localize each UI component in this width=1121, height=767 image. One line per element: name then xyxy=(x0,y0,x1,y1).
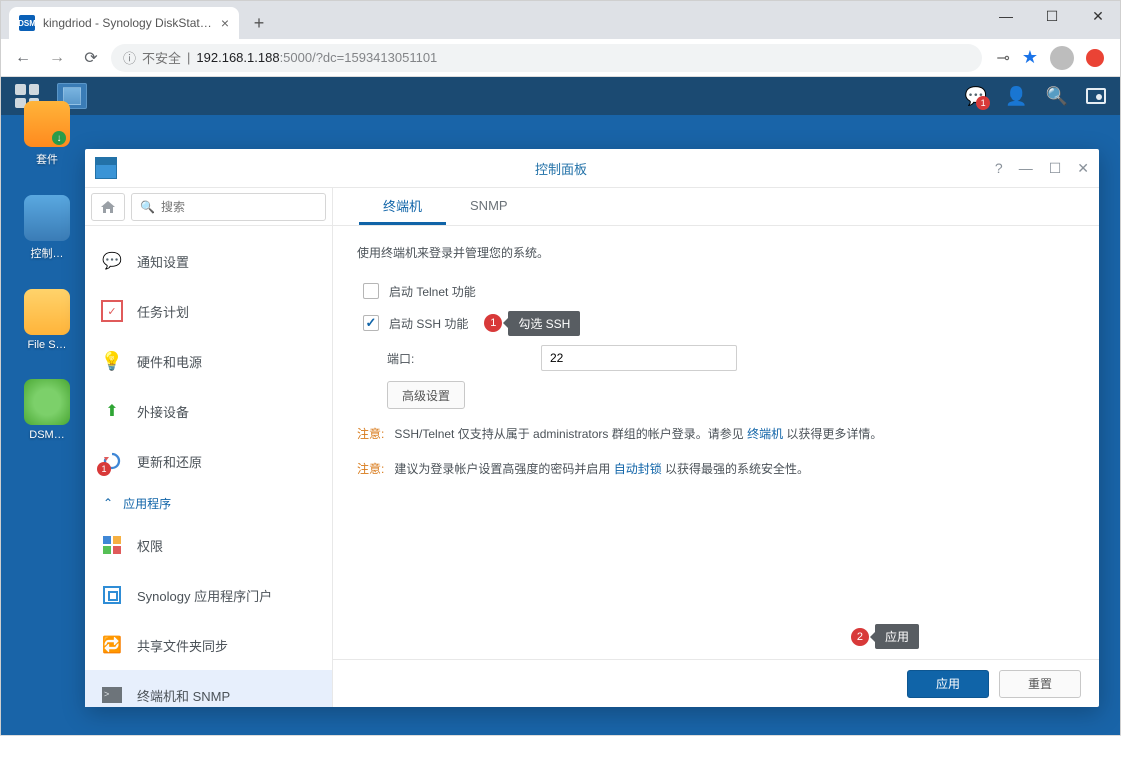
window-maximize-button[interactable]: ☐ xyxy=(1029,0,1075,32)
tab-title: kingdriod - Synology DiskStat… xyxy=(43,16,212,30)
window-minimize-button[interactable]: — xyxy=(983,0,1029,32)
callout-number-2: 2 xyxy=(851,628,869,646)
sidebar-item-task-scheduler[interactable]: 任务计划 xyxy=(85,286,332,336)
sidebar-item-hardware[interactable]: 💡硬件和电源 xyxy=(85,336,332,386)
ssh-checkbox[interactable] xyxy=(363,315,379,331)
tab-close-icon[interactable]: × xyxy=(221,15,229,31)
home-icon xyxy=(100,200,116,214)
url-path: :5000/?dc=1593413051101 xyxy=(280,50,438,65)
close-button[interactable]: ✕ xyxy=(1077,160,1089,177)
calendar-check-icon xyxy=(101,300,123,322)
sidebar-item-notification[interactable]: 💬通知设置 xyxy=(85,236,332,286)
browser-tab[interactable]: DSM kingdriod - Synology DiskStat… × xyxy=(9,7,239,39)
sidebar-item-external-devices[interactable]: ⬆外接设备 xyxy=(85,386,332,436)
tab-terminal[interactable]: 终端机 xyxy=(359,188,446,225)
desktop-icon-packages[interactable]: 套件 xyxy=(19,101,75,167)
sync-icon: 🔁 xyxy=(101,634,123,656)
window-close-button[interactable]: ✕ xyxy=(1075,0,1121,32)
desktop-icon-dsm-help[interactable]: DSM… xyxy=(19,379,75,441)
grid-icon xyxy=(101,534,123,556)
arrow-up-icon: ⬆ xyxy=(101,400,123,422)
url-host: 192.168.1.188 xyxy=(196,50,279,65)
insecure-label: 不安全 xyxy=(142,48,181,67)
sidebar-item-terminal-snmp[interactable]: 终端机和 SNMP xyxy=(85,670,332,707)
sidebar-section-applications[interactable]: ⌃应用程序 xyxy=(85,486,332,520)
callout-tip-ssh: 勾选 SSH xyxy=(508,311,580,336)
dsm-taskbar: 💬 1 👤 🔍 xyxy=(1,77,1120,115)
os-taskbar-strip xyxy=(0,735,1121,767)
address-bar[interactable]: ⓘ 不安全 | 192.168.1.188:5000/?dc=159341305… xyxy=(111,44,982,72)
search-icon[interactable]: 🔍 xyxy=(1046,86,1068,107)
callout-tip-apply: 应用 xyxy=(875,624,919,649)
help-button[interactable]: ? xyxy=(995,160,1003,177)
sidebar-item-privileges[interactable]: 权限 xyxy=(85,520,332,570)
note-2: 注意:建议为登录帐户设置高强度的密码并启用 自动封锁 以获得最强的系统安全性。 xyxy=(357,460,1075,479)
autoblock-link[interactable]: 自动封锁 xyxy=(614,462,662,476)
new-tab-button[interactable]: + xyxy=(245,9,273,37)
widgets-icon[interactable] xyxy=(1086,88,1106,104)
terminal-help-link[interactable]: 终端机 xyxy=(747,427,783,441)
panel-description: 使用终端机来登录并管理您的系统。 xyxy=(357,244,1075,261)
search-icon: 🔍 xyxy=(140,200,155,214)
refresh-icon: 1 xyxy=(101,450,123,472)
telnet-label: 启动 Telnet 功能 xyxy=(389,283,476,300)
callout-ssh: 1 勾选 SSH xyxy=(484,311,580,336)
desktop-icon-control-panel[interactable]: 控制… xyxy=(19,195,75,261)
callout-number-1: 1 xyxy=(484,314,502,332)
sidebar-item-update-restore[interactable]: 1更新和还原 xyxy=(85,436,332,486)
notifications-button[interactable]: 💬 1 xyxy=(965,86,987,107)
tab-snmp[interactable]: SNMP xyxy=(446,188,532,225)
reset-button[interactable]: 重置 xyxy=(999,670,1081,698)
notification-badge: 1 xyxy=(976,96,990,110)
ssh-label: 启动 SSH 功能 xyxy=(389,315,468,332)
terminal-icon xyxy=(101,684,123,706)
callout-apply: 2 应用 xyxy=(851,624,919,649)
advanced-settings-button[interactable]: 高级设置 xyxy=(387,381,465,409)
profile-avatar[interactable] xyxy=(1050,46,1074,70)
maximize-button[interactable]: ☐ xyxy=(1049,160,1062,177)
lightbulb-icon: 💡 xyxy=(101,350,123,372)
port-label: 端口: xyxy=(387,350,531,367)
info-icon: ⓘ xyxy=(123,48,136,67)
nav-back-button[interactable]: ← xyxy=(9,44,37,72)
home-button[interactable] xyxy=(91,193,125,221)
sidebar-search[interactable]: 🔍 xyxy=(131,193,326,221)
apply-button[interactable]: 应用 xyxy=(907,670,989,698)
port-input[interactable] xyxy=(541,345,737,371)
app-portal-icon xyxy=(101,584,123,606)
search-input[interactable] xyxy=(161,200,317,214)
sidebar-item-shared-folder-sync[interactable]: 🔁共享文件夹同步 xyxy=(85,620,332,670)
user-icon[interactable]: 👤 xyxy=(1005,86,1027,107)
chat-bubble-icon: 💬 xyxy=(101,250,123,272)
window-title: 控制面板 xyxy=(127,159,995,178)
key-icon[interactable]: ⊸ xyxy=(996,48,1009,68)
nav-forward-button[interactable]: → xyxy=(43,44,71,72)
note-1: 注意:SSH/Telnet 仅支持从属于 administrators 群组的帐… xyxy=(357,425,1075,444)
control-panel-window: 控制面板 ? — ☐ ✕ 🔍 xyxy=(85,149,1099,707)
sidebar-item-app-portal[interactable]: Synology 应用程序门户 xyxy=(85,570,332,620)
control-panel-icon xyxy=(95,157,117,179)
extension-icon[interactable] xyxy=(1086,49,1104,67)
chevron-up-icon: ⌃ xyxy=(103,496,113,510)
tab-favicon-icon: DSM xyxy=(19,15,35,31)
nav-reload-button[interactable]: ⟳ xyxy=(77,44,105,72)
telnet-checkbox[interactable] xyxy=(363,283,379,299)
minimize-button[interactable]: — xyxy=(1019,160,1033,177)
bookmark-star-icon[interactable]: ★ xyxy=(1022,47,1038,68)
desktop-icon-filestation[interactable]: File S… xyxy=(19,289,75,351)
